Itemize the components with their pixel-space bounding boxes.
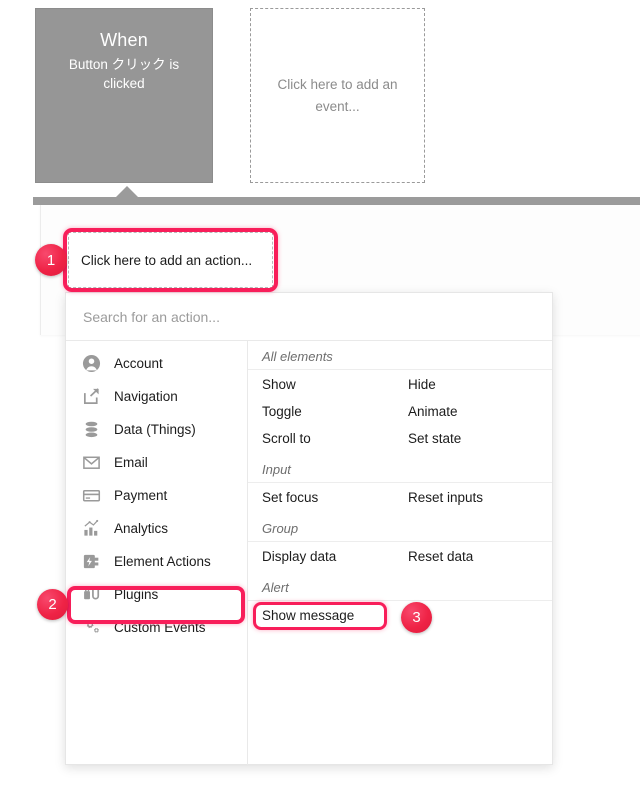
action-group-list: All elements Show Hide Toggle Animate Sc… (248, 341, 552, 765)
group-header-all-elements: All elements (248, 343, 552, 370)
category-label: Custom Events (114, 620, 206, 635)
group-rows-group: Display data Reset data (248, 542, 552, 570)
category-label: Navigation (114, 389, 178, 404)
navigation-icon (80, 386, 102, 408)
category-item-account[interactable]: Account (66, 347, 247, 380)
action-item-toggle[interactable]: Toggle (248, 398, 394, 425)
custom-events-icon (80, 617, 102, 639)
category-label: Element Actions (114, 554, 211, 569)
group-header-alert: Alert (248, 574, 552, 601)
group-rows-alert: Show message (248, 601, 552, 629)
step-badge-2: 2 (37, 589, 68, 620)
action-item-set-state[interactable]: Set state (394, 425, 544, 452)
category-item-plugins[interactable]: Plugins (66, 578, 247, 611)
when-subtitle: Button クリック is clicked (68, 57, 180, 91)
category-item-email[interactable]: Email (66, 446, 247, 479)
action-item-show[interactable]: Show (248, 371, 394, 398)
category-item-custom-events[interactable]: Custom Events (66, 611, 247, 644)
action-row: Scroll to Set state (248, 425, 552, 452)
account-icon (80, 353, 102, 375)
category-item-element-actions[interactable]: Element Actions (66, 545, 247, 578)
category-list: Account Navigation Data (Things) Email P… (66, 341, 248, 765)
database-icon (80, 419, 102, 441)
action-dropdown-panel: Search for an action... Account Navigati… (65, 292, 553, 765)
category-label: Email (114, 455, 148, 470)
action-row: Show message (248, 602, 552, 629)
action-item-animate[interactable]: Animate (394, 398, 544, 425)
screenshot-root: When Button クリック is clicked Click here t… (0, 0, 640, 787)
category-label: Analytics (114, 521, 169, 536)
element-actions-icon (80, 551, 102, 573)
add-action-placeholder[interactable]: Click here to add an action... (68, 232, 273, 288)
when-event-block[interactable]: When Button クリック is clicked (35, 8, 213, 183)
action-row: Set focus Reset inputs (248, 484, 552, 511)
action-item-show-message[interactable]: Show message (248, 602, 394, 629)
action-item-reset-inputs[interactable]: Reset inputs (394, 484, 544, 511)
category-item-analytics[interactable]: Analytics (66, 512, 247, 545)
action-search-placeholder: Search for an action... (83, 308, 220, 325)
category-label: Account (114, 356, 163, 371)
group-header-input: Input (248, 456, 552, 483)
category-label: Payment (114, 488, 168, 503)
analytics-icon (80, 518, 102, 540)
group-header-group: Group (248, 515, 552, 542)
action-item-scroll-to[interactable]: Scroll to (248, 425, 394, 452)
add-action-placeholder-label: Click here to add an action... (81, 252, 253, 268)
action-item-hide[interactable]: Hide (394, 371, 544, 398)
action-row: Show Hide (248, 371, 552, 398)
plugins-icon (80, 584, 102, 606)
step-badge-3: 3 (401, 602, 432, 633)
email-icon (80, 452, 102, 474)
category-label: Plugins (114, 587, 159, 602)
category-item-payment[interactable]: Payment (66, 479, 247, 512)
add-event-placeholder[interactable]: Click here to add an event... (250, 8, 425, 183)
group-rows-input: Set focus Reset inputs (248, 483, 552, 511)
category-item-data-things[interactable]: Data (Things) (66, 413, 247, 446)
when-title: When (100, 30, 148, 50)
action-item-display-data[interactable]: Display data (248, 543, 394, 570)
workflow-separator-bar (33, 197, 640, 205)
group-rows-all-elements: Show Hide Toggle Animate Scroll to Set s… (248, 370, 552, 452)
action-search-input[interactable]: Search for an action... (66, 293, 552, 341)
category-label: Data (Things) (114, 422, 196, 437)
workflow-caret-icon (116, 186, 138, 197)
add-event-placeholder-label: Click here to add an event... (277, 76, 398, 114)
action-row: Display data Reset data (248, 543, 552, 570)
payment-card-icon (80, 485, 102, 507)
step-badge-1: 1 (35, 244, 67, 276)
action-item-set-focus[interactable]: Set focus (248, 484, 394, 511)
dropdown-body: Account Navigation Data (Things) Email P… (66, 341, 552, 765)
action-item-reset-data[interactable]: Reset data (394, 543, 544, 570)
category-item-navigation[interactable]: Navigation (66, 380, 247, 413)
action-row: Toggle Animate (248, 398, 552, 425)
